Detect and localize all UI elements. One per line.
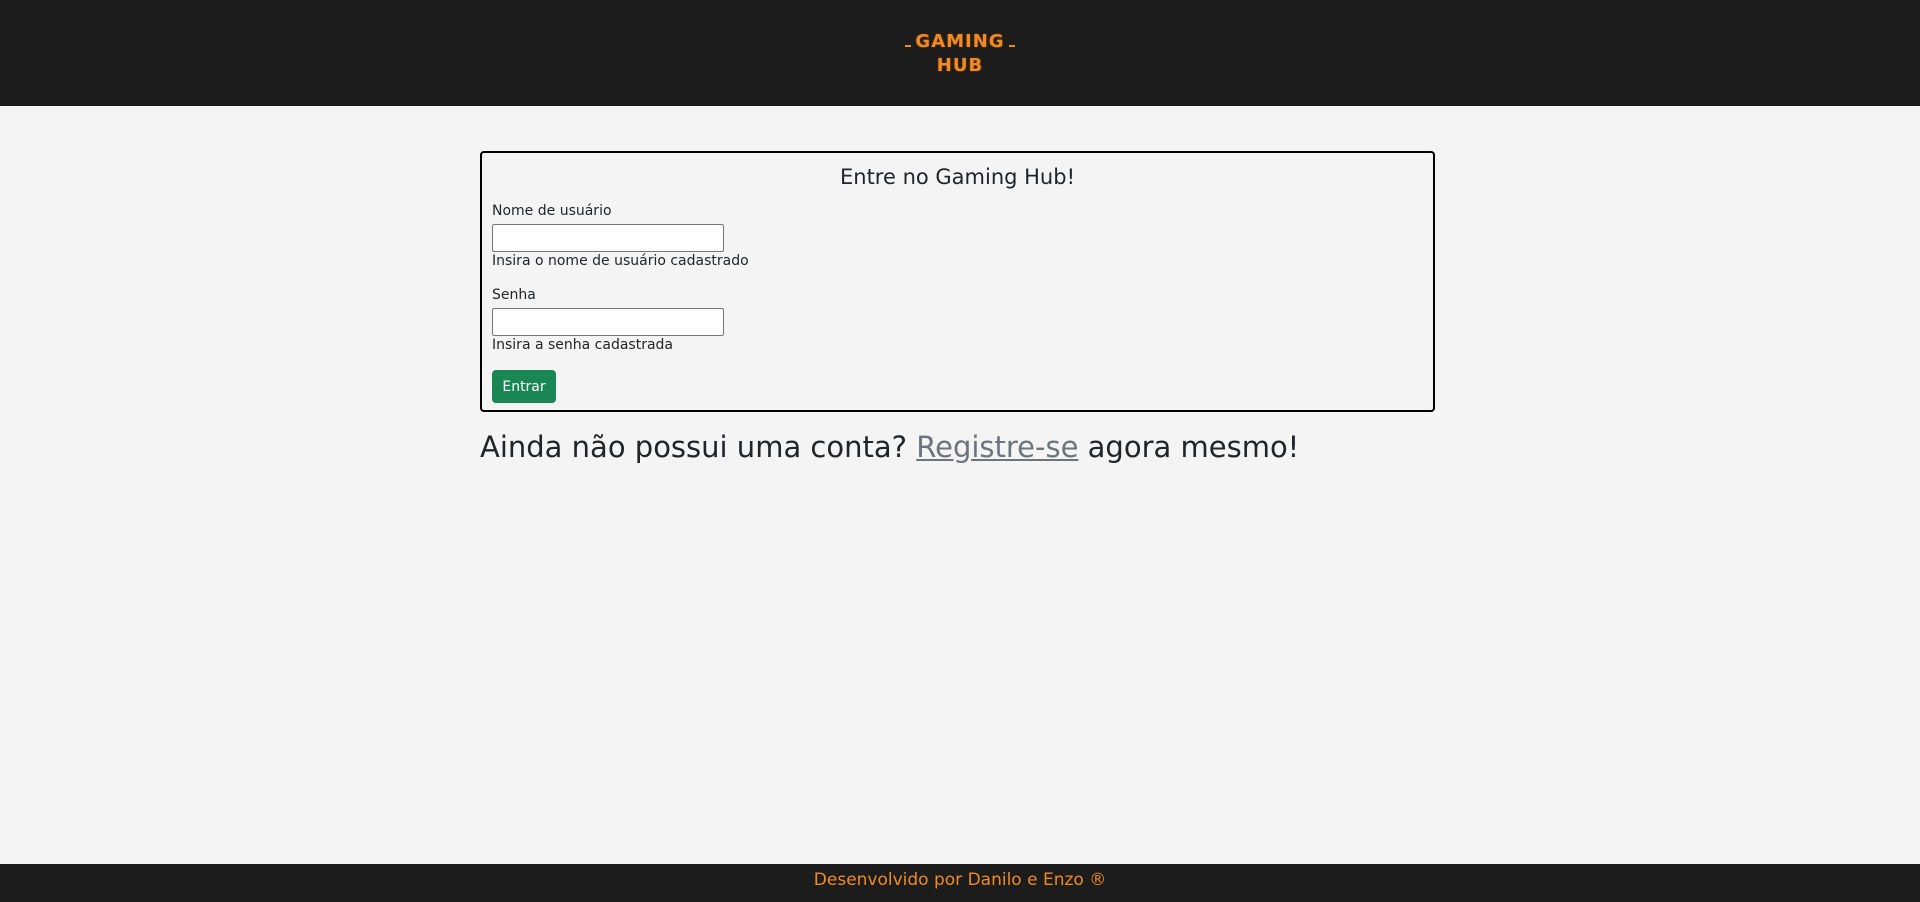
logo-line-2: HUB bbox=[936, 55, 984, 76]
register-prompt: Ainda não possui uma conta? Registre-se … bbox=[480, 430, 1299, 464]
login-title: Entre no Gaming Hub! bbox=[839, 165, 1075, 189]
login-form-card: Entre no Gaming Hub! Nome de usuário Ins… bbox=[480, 151, 1435, 412]
register-prompt-prefix: Ainda não possui uma conta? bbox=[480, 430, 917, 464]
register-link[interactable]: Registre-se bbox=[916, 430, 1078, 464]
top-navbar: GAMING HUB bbox=[0, 0, 1920, 106]
login-submit-button[interactable]: Entrar bbox=[492, 370, 556, 403]
footer-credits: Desenvolvido por Danilo e Enzo ® bbox=[813, 870, 1107, 890]
username-input[interactable] bbox=[492, 224, 724, 252]
logo-dash-right bbox=[1009, 45, 1015, 47]
username-label: Nome de usuário bbox=[492, 203, 612, 219]
gaming-hub-logo[interactable]: GAMING HUB bbox=[905, 30, 1015, 78]
logo-dash-left bbox=[905, 45, 911, 47]
register-prompt-suffix: agora mesmo! bbox=[1078, 430, 1300, 464]
password-input[interactable] bbox=[492, 308, 724, 336]
password-help-text: Insira a senha cadastrada bbox=[492, 337, 674, 353]
footer: Desenvolvido por Danilo e Enzo ® bbox=[0, 864, 1920, 902]
password-label: Senha bbox=[492, 287, 536, 303]
logo-line-1: GAMING bbox=[915, 31, 1005, 52]
username-help-text: Insira o nome de usuário cadastrado bbox=[492, 253, 749, 269]
